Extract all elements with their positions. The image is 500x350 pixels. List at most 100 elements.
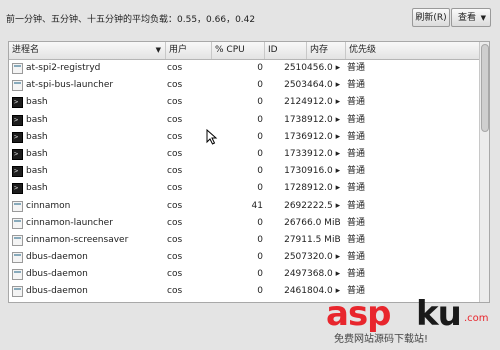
process-name: at-spi-bus-launcher — [26, 80, 114, 91]
view-menu-button[interactable]: 查看 ▼ — [451, 8, 491, 27]
process-name: bash — [26, 148, 48, 159]
chevron-down-icon: ▼ — [480, 14, 486, 22]
process-priority: 普通 — [347, 234, 366, 245]
process-cpu: 0 — [257, 97, 263, 108]
process-name: bash — [26, 166, 48, 177]
process-row[interactable]: bash cos 0 2124912.0 ▸ 普通 — [9, 94, 479, 112]
process-cpu: 41 — [251, 200, 263, 211]
process-priority: 普通 — [347, 148, 366, 159]
terminal-icon — [12, 112, 23, 129]
process-row[interactable]: bash cos 0 1733912.0 ▸ 普通 — [9, 146, 479, 163]
column-header-cpu[interactable]: % CPU — [212, 42, 265, 59]
process-cpu: 0 — [257, 166, 263, 177]
process-row[interactable]: bash cos 0 1738912.0 ▸ 普通 — [9, 112, 479, 129]
process-row[interactable]: at-spi2-registryd cos 0 2510 456.0 ▸ 普通 — [9, 60, 479, 77]
process-cpu: 0 — [257, 114, 263, 125]
process-row[interactable]: cinnamon-launcher cos 0 2676 6.0 MiB 普通 — [9, 215, 479, 232]
process-id: 2507 — [284, 252, 307, 263]
process-memory: 320.0 ▸ — [307, 252, 341, 263]
process-cpu: 0 — [257, 131, 263, 142]
column-header-name[interactable]: 进程名 ▼ — [9, 42, 166, 59]
process-name: cinnamon-launcher — [26, 217, 113, 228]
process-memory: 6.0 MiB — [307, 217, 341, 228]
process-user: cos — [167, 234, 183, 245]
process-user: cos — [167, 286, 183, 297]
view-button-label: 查看 — [457, 13, 476, 23]
process-user: cos — [167, 63, 183, 73]
process-name: dbus-daemon — [26, 286, 88, 297]
process-priority: 普通 — [347, 252, 366, 263]
process-memory: 912.0 ▸ — [307, 131, 341, 142]
process-cpu: 0 — [257, 234, 263, 245]
process-row[interactable]: cinnamon cos 41 2692 222.5 ▸ 普通 — [9, 198, 479, 215]
process-cpu: 0 — [257, 63, 263, 73]
process-row[interactable]: at-spi-bus-launcher cos 0 2503 464.0 ▸ 普通 — [9, 77, 479, 94]
process-priority: 普通 — [347, 217, 366, 228]
refresh-button[interactable]: 刷新(R) — [412, 8, 450, 27]
terminal-icon — [12, 163, 23, 180]
process-user: cos — [167, 269, 183, 280]
terminal-icon — [12, 146, 23, 163]
column-header-user[interactable]: 用户 — [166, 42, 212, 59]
process-name: cinnamon — [26, 200, 71, 211]
process-user: cos — [167, 114, 183, 125]
column-header-memory[interactable]: 内存 — [307, 42, 346, 59]
process-memory: 912.0 ▸ — [307, 114, 341, 125]
application-icon — [12, 200, 23, 212]
process-id: 2791 — [284, 234, 307, 245]
watermark-text-com: .com — [464, 313, 489, 324]
process-user: cos — [167, 80, 183, 91]
scrollbar-thumb[interactable] — [481, 44, 489, 132]
application-icon — [12, 234, 23, 246]
process-priority: 普通 — [347, 80, 366, 91]
process-cpu: 0 — [257, 183, 263, 194]
process-name: bash — [26, 183, 48, 194]
process-user: cos — [167, 166, 183, 177]
process-priority: 普通 — [347, 131, 366, 142]
process-rows: at-spi2-registryd cos 0 2510 456.0 ▸ 普通 at-spi… — [9, 60, 479, 301]
watermark-logo: asp ku .com 免费网站源码下载站! — [326, 294, 496, 346]
watermark-subtitle: 免费网站源码下载站! — [334, 334, 429, 345]
terminal-icon — [12, 94, 23, 112]
process-user: cos — [167, 217, 183, 228]
process-row[interactable]: bash cos 0 1736912.0 ▸ 普通 — [9, 129, 479, 146]
process-row[interactable]: cinnamon-screensaver cos 0 2791 1.5 MiB 普通 — [9, 232, 479, 249]
watermark-text-asp: asp — [326, 294, 392, 334]
process-id: 2497 — [284, 269, 307, 280]
watermark-text-ku: ku — [416, 294, 462, 334]
application-icon — [12, 252, 23, 264]
column-header-id[interactable]: ID — [265, 42, 307, 59]
process-priority: 普通 — [347, 114, 366, 125]
process-priority: 普通 — [347, 269, 366, 280]
process-memory: 912.0 ▸ — [307, 97, 341, 108]
process-memory: 368.0 ▸ — [307, 269, 341, 280]
application-icon — [12, 269, 23, 281]
process-cpu: 0 — [257, 80, 263, 91]
process-id: 2124 — [284, 97, 307, 108]
process-name: dbus-daemon — [26, 252, 88, 263]
process-list: 进程名 ▼ 用户 % CPU ID 内存 优先级 at-spi2-registr… — [8, 41, 490, 303]
process-row[interactable]: bash cos 0 1728912.0 ▸ 普通 — [9, 180, 479, 198]
load-average-label: 前一分钟、五分钟、十五分钟的平均负载：0.55，0.66，0.42 — [6, 15, 256, 25]
column-header-priority[interactable]: 优先级 — [346, 42, 479, 59]
process-cpu: 0 — [257, 286, 263, 297]
process-memory: 1.5 MiB — [307, 234, 341, 245]
process-name: bash — [26, 131, 48, 142]
process-id: 1728 — [284, 183, 307, 194]
process-cpu: 0 — [257, 252, 263, 263]
application-icon — [12, 217, 23, 229]
terminal-icon — [12, 129, 23, 146]
process-memory: 222.5 ▸ — [307, 200, 341, 211]
process-user: cos — [167, 131, 183, 142]
process-memory: 916.0 ▸ — [307, 166, 341, 177]
process-row[interactable]: bash cos 0 1730916.0 ▸ 普通 — [9, 163, 479, 180]
process-id: 2692 — [284, 200, 307, 211]
process-user: cos — [167, 148, 183, 159]
process-name: bash — [26, 114, 48, 125]
mouse-pointer-icon — [206, 129, 218, 145]
process-priority: 普通 — [347, 63, 366, 73]
process-row[interactable]: dbus-daemon cos 0 2497 368.0 ▸ 普通 — [9, 266, 479, 283]
process-row[interactable]: dbus-daemon cos 0 2507 320.0 ▸ 普通 — [9, 249, 479, 266]
vertical-scrollbar[interactable] — [479, 42, 489, 302]
process-memory: 912.0 ▸ — [307, 148, 341, 159]
